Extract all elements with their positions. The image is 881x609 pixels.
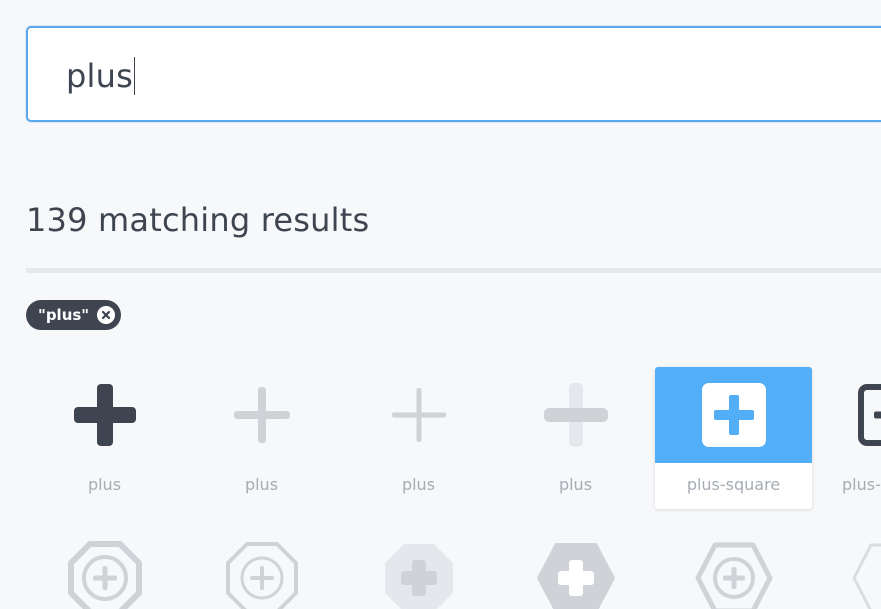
search-input-value: plus	[66, 57, 133, 95]
filter-tag-label: "plus"	[38, 306, 90, 324]
plus-octagon-icon	[67, 541, 142, 609]
search-input[interactable]: plus	[66, 57, 135, 95]
icon-result-plus-light[interactable]: plus	[340, 367, 497, 509]
plus-icon	[73, 384, 136, 446]
icon-result-plus-hexagon-light[interactable]	[812, 540, 881, 609]
icon-name-label: plus-square	[686, 475, 781, 494]
plus-hexagon-solid-icon	[536, 543, 615, 609]
text-caret	[133, 57, 135, 95]
search-box[interactable]: plus	[26, 26, 881, 122]
icon-name-label: plus	[244, 475, 279, 494]
results-count-heading: 139 matching results	[26, 201, 370, 239]
plus-square-outline-icon	[858, 384, 881, 446]
icon-result-plus-duotone[interactable]: plus	[497, 367, 654, 509]
icon-result-plus-octagon[interactable]	[26, 540, 183, 609]
plus-icon	[233, 387, 290, 443]
remove-filter-icon[interactable]	[97, 306, 116, 324]
icon-name-label: plus	[401, 475, 436, 494]
divider	[26, 268, 881, 273]
plus-octagon-icon	[225, 542, 298, 609]
icon-result-plus-hexagon[interactable]	[655, 540, 812, 609]
icon-name-label: plus-	[842, 475, 881, 494]
icon-result-plus-octagon-solid[interactable]	[340, 540, 497, 609]
icon-result-plus-solid[interactable]: plus	[26, 367, 183, 509]
icon-name-label: plus	[558, 475, 593, 494]
filter-tag[interactable]: "plus"	[26, 300, 122, 330]
icon-result-plus-square-outline[interactable]: plus-	[812, 367, 881, 509]
icon-result-plus-square[interactable]: plus-square	[655, 367, 812, 509]
plus-hexagon-icon	[852, 543, 881, 609]
plus-square-icon	[701, 383, 766, 447]
plus-octagon-solid-icon	[384, 544, 453, 609]
icon-name-label: plus	[87, 475, 122, 494]
plus-icon	[391, 388, 446, 442]
icon-result-plus-regular[interactable]: plus	[183, 367, 340, 509]
icon-result-plus-hexagon-solid[interactable]	[497, 540, 654, 609]
icon-search-page: plus 139 matching results "plus" plus pl…	[0, 0, 881, 609]
plus-hexagon-icon	[695, 542, 772, 609]
plus-icon	[543, 383, 608, 447]
icon-result-plus-octagon-light[interactable]	[183, 540, 340, 609]
